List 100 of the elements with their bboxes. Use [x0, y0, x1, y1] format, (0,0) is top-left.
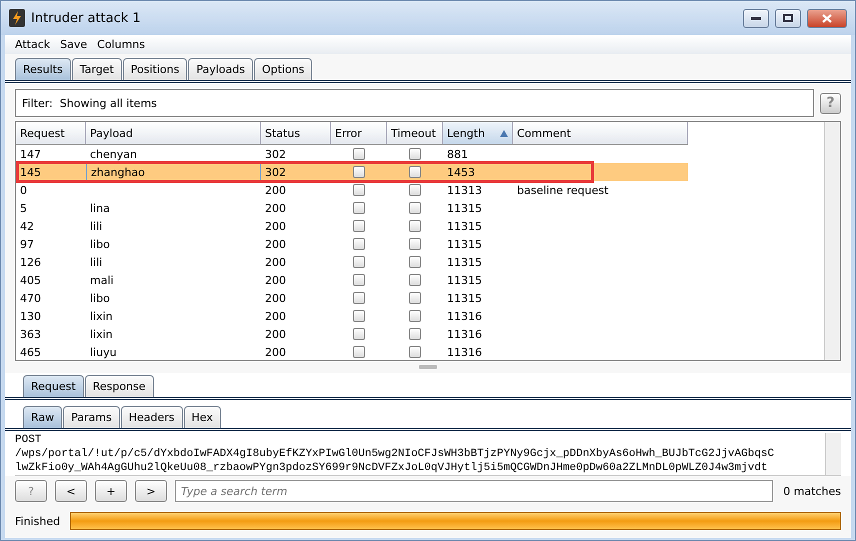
checkbox[interactable]	[353, 274, 365, 286]
table-cell-text: 470	[19, 290, 42, 306]
table-cell-text: 147	[19, 146, 42, 162]
column-header[interactable]: Status	[261, 122, 331, 144]
checkbox[interactable]	[353, 220, 365, 232]
table-cell-text: 11315	[446, 272, 483, 288]
tab[interactable]: Response	[84, 375, 154, 397]
checkbox[interactable]	[353, 292, 365, 304]
table-cell-text: 42	[19, 218, 35, 234]
checkbox[interactable]	[409, 166, 421, 178]
maximize-icon	[783, 14, 793, 22]
table-cell-text: 145	[19, 164, 42, 180]
column-header[interactable]: Error	[331, 122, 387, 144]
table-cell-text: libo	[89, 236, 111, 252]
checkbox[interactable]	[409, 184, 421, 196]
checkbox[interactable]	[353, 166, 365, 178]
checkbox[interactable]	[409, 148, 421, 160]
checkbox[interactable]	[409, 328, 421, 340]
table-cell-text: 200	[264, 344, 287, 360]
search-field[interactable]: Type a search term	[175, 480, 774, 502]
checkbox[interactable]	[353, 310, 365, 322]
close-button[interactable]	[807, 8, 847, 28]
table-row[interactable]: 147 chenyan 302 881	[16, 145, 688, 163]
table-cell-text: liuyu	[89, 344, 118, 360]
checkbox[interactable]	[409, 274, 421, 286]
checkbox[interactable]	[353, 346, 365, 358]
table-row[interactable]: 97 libo 200 11315	[16, 235, 688, 253]
tab[interactable]: Params	[63, 406, 120, 428]
table-cell-text: 200	[264, 290, 287, 306]
lightning-icon	[9, 9, 25, 27]
table-row[interactable]: 42 lili 200 11315	[16, 217, 688, 235]
filter-bar[interactable]: Filter: Showing all items	[15, 89, 814, 117]
checkbox[interactable]	[353, 184, 365, 196]
table-cell-text: 200	[264, 236, 287, 252]
table-cell-text: 126	[19, 254, 42, 270]
tab[interactable]: Request	[23, 375, 84, 397]
menu-item[interactable]: Columns	[97, 38, 145, 51]
table-row[interactable]: 5 lina 200 11315	[16, 199, 688, 217]
checkbox[interactable]	[353, 238, 365, 250]
search-nav-button[interactable]: +	[95, 480, 127, 502]
minimize-icon	[751, 16, 761, 20]
checkbox[interactable]	[409, 310, 421, 322]
checkbox[interactable]	[353, 256, 365, 268]
table-cell-text: 200	[264, 182, 287, 198]
menu-item[interactable]: Attack	[15, 38, 50, 51]
tab[interactable]: Headers	[120, 406, 183, 428]
tab[interactable]: Target	[72, 58, 122, 80]
checkbox[interactable]	[409, 346, 421, 358]
checkbox[interactable]	[409, 220, 421, 232]
table-cell-text: 97	[19, 236, 35, 252]
match-count: 0 matches	[783, 484, 841, 498]
table-cell-text: 11315	[446, 218, 483, 234]
table-cell-text: 200	[264, 200, 287, 216]
tab[interactable]: Raw	[23, 406, 62, 428]
tab[interactable]: Results	[15, 58, 71, 80]
table-cell-text: 881	[446, 146, 469, 162]
tab[interactable]: Options	[254, 58, 312, 80]
table-cell-text: baseline request	[516, 182, 610, 198]
table-cell-text: 405	[19, 272, 42, 288]
table-row[interactable]: 405 mali 200 11315	[16, 271, 688, 289]
scrollbar[interactable]	[824, 122, 840, 360]
column-header[interactable]: Comment	[513, 122, 688, 144]
search-nav-button[interactable]: >	[135, 480, 167, 502]
table-cell-text: lili	[89, 218, 104, 234]
table-row[interactable]: 363 lixin 200 11316	[16, 325, 688, 343]
checkbox[interactable]	[409, 292, 421, 304]
table-cell-text: 11315	[446, 200, 483, 216]
table-cell-text: 302	[264, 146, 287, 162]
column-header[interactable]: Length	[443, 122, 513, 144]
column-header[interactable]: Payload	[86, 122, 261, 144]
tab[interactable]: Payloads	[188, 58, 253, 80]
checkbox[interactable]	[409, 202, 421, 214]
table-row[interactable]: 0 200 11313 baseline request	[16, 181, 688, 199]
table-row[interactable]: 126 lili 200 11315	[16, 253, 688, 271]
search-nav-button[interactable]: <	[55, 480, 87, 502]
minimize-button[interactable]	[743, 8, 769, 28]
checkbox[interactable]	[353, 328, 365, 340]
window-title: Intruder attack 1	[31, 10, 142, 26]
table-row[interactable]: 470 libo 200 11315	[16, 289, 688, 307]
scrollbar[interactable]	[825, 433, 841, 475]
splitter-handle-icon[interactable]	[419, 365, 437, 369]
table-cell-text: 11313	[446, 182, 483, 198]
column-header[interactable]: Request	[16, 122, 86, 144]
checkbox[interactable]	[353, 202, 365, 214]
table-cell-text: 200	[264, 254, 287, 270]
tab[interactable]: Hex	[184, 406, 221, 428]
table-cell-text: 363	[19, 326, 42, 342]
checkbox[interactable]	[409, 238, 421, 250]
table-cell-text: mali	[89, 272, 115, 288]
checkbox[interactable]	[409, 256, 421, 268]
maximize-button[interactable]	[775, 8, 801, 28]
filter-text: Filter: Showing all items	[22, 96, 157, 110]
table-row[interactable]: 465 liuyu 200 11316	[16, 343, 688, 361]
tab[interactable]: Positions	[122, 58, 188, 80]
checkbox[interactable]	[353, 148, 365, 160]
menu-item[interactable]: Save	[60, 38, 88, 51]
table-row[interactable]: 130 lixin 200 11316	[16, 307, 688, 325]
table-row[interactable]: 145 zhanghao 302 1453	[16, 163, 688, 181]
table-cell: zhanghao	[86, 163, 261, 181]
table-cell-text: lixin	[89, 308, 114, 324]
